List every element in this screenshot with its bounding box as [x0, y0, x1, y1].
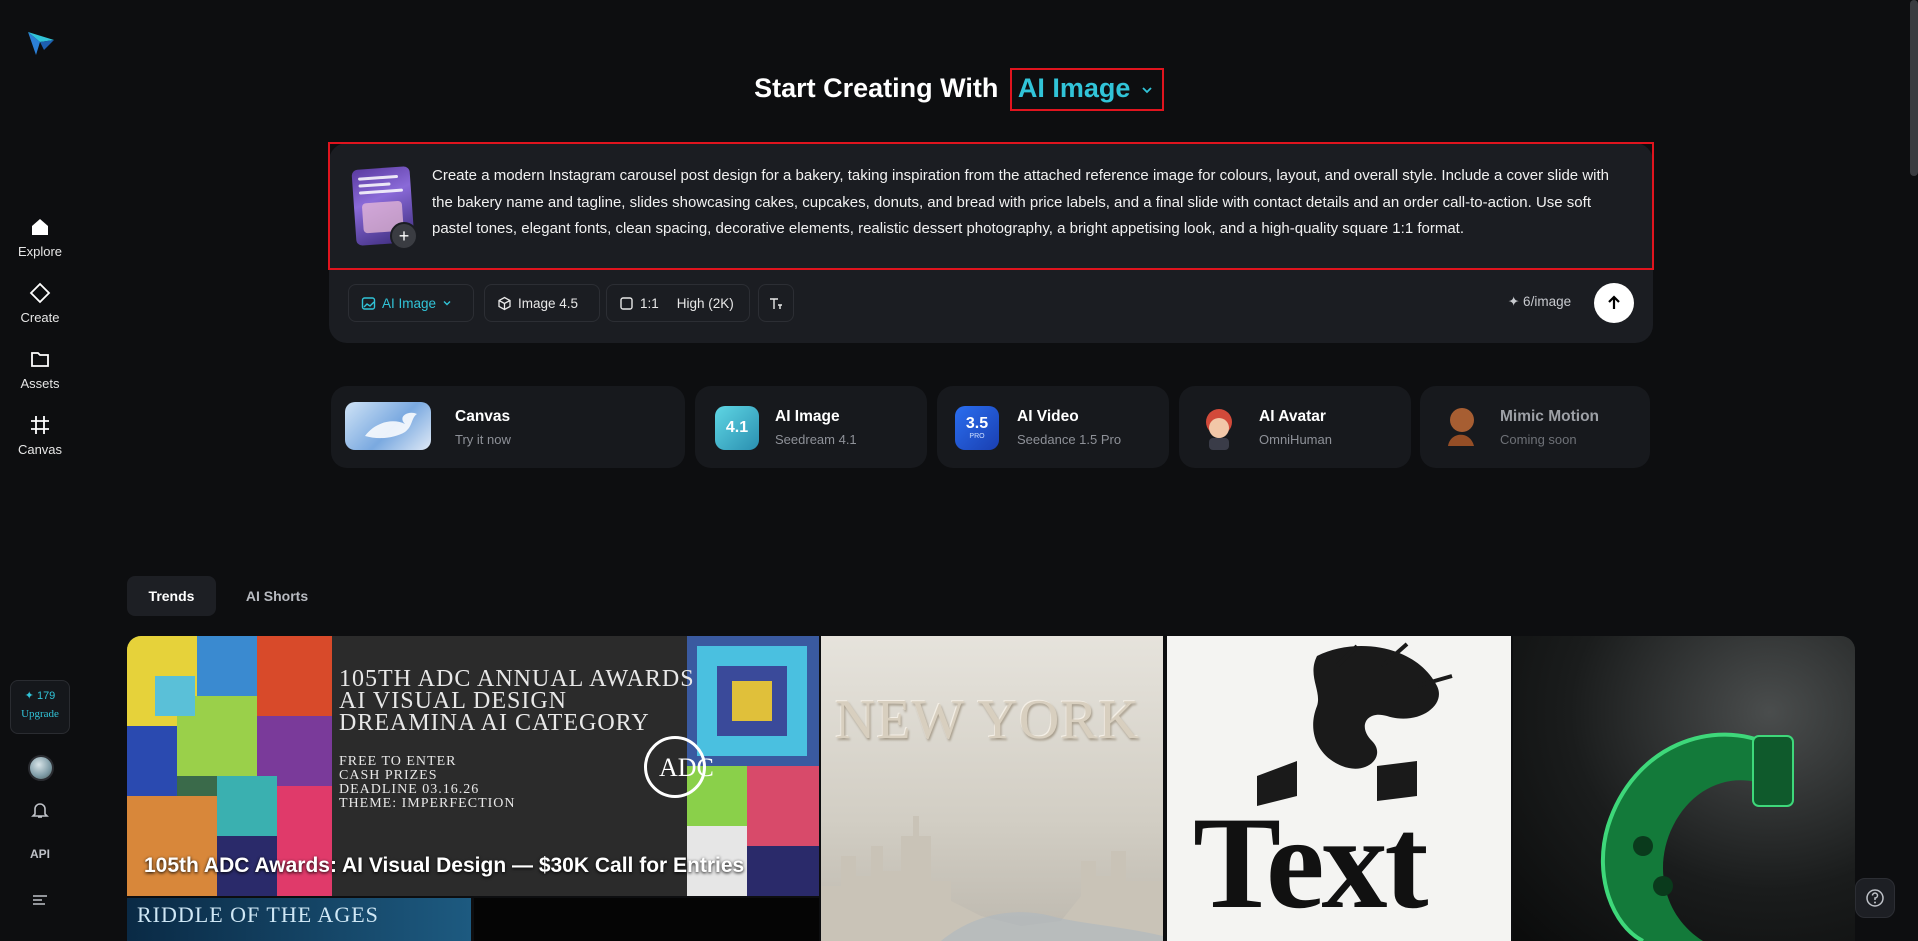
card-title: AI Image — [775, 408, 840, 425]
model-select-label: Image 4.5 — [518, 295, 579, 311]
paper-plane-logo[interactable] — [26, 28, 56, 58]
city-skyline-art — [821, 816, 1163, 941]
card-subtitle: Seedream 4.1 — [775, 432, 857, 447]
text-style-button[interactable] — [758, 284, 794, 322]
feature-card-ai-image[interactable]: 4.1 AI Image Seedream 4.1 — [695, 386, 927, 468]
card-title: AI Avatar — [1259, 408, 1326, 425]
mimic-motion-thumbnail — [1436, 402, 1484, 450]
card-title: Canvas — [455, 408, 511, 425]
feature-card-ai-avatar[interactable]: AI Avatar OmniHuman — [1179, 386, 1411, 468]
canvas-icon — [31, 416, 49, 434]
home-icon — [32, 219, 48, 235]
prompt-input[interactable]: Create a modern Instagram carousel post … — [432, 163, 1632, 243]
feature-card-ai-video[interactable]: 3.5 PRO AI Video Seedance 1.5 Pro — [937, 386, 1169, 468]
text-format-icon — [770, 297, 782, 309]
mode-dropdown[interactable]: AI Image — [1009, 68, 1164, 111]
ai-image-badge: 4.1 — [715, 406, 759, 450]
pegasus-icon — [365, 412, 417, 439]
page-heading: Start Creating With AI Image — [0, 68, 1918, 111]
sidebar-item-create[interactable]: Create — [0, 282, 80, 325]
chevron-down-icon — [443, 301, 451, 306]
mode-select-label: AI Image — [382, 295, 437, 311]
ai-video-badge: 3.5 PRO — [955, 406, 999, 450]
card-subtitle: Try it now — [455, 432, 511, 447]
avatar-character-icon — [1206, 409, 1232, 450]
ai-video-badge-version: 3.5 — [965, 415, 989, 432]
ratio-label: 1:1 — [640, 295, 659, 311]
ratio-quality-select[interactable]: 1:1 High (2K) — [606, 284, 750, 322]
submit-button[interactable] — [1594, 283, 1634, 323]
gallery-item-riddle[interactable]: RIDDLE OF THE AGES — [127, 898, 471, 941]
upgrade-label: Upgrade — [21, 708, 59, 720]
cost-per-image: ✦ 6/image — [1508, 294, 1572, 309]
cube-icon — [498, 296, 511, 310]
diamond-icon — [29, 282, 51, 304]
mimic-figure-icon — [1448, 408, 1474, 446]
sidebar-item-canvas[interactable]: Canvas — [0, 414, 80, 457]
sidebar-item-label: Assets — [20, 376, 60, 391]
api-link[interactable]: API — [0, 847, 80, 861]
help-button[interactable] — [1855, 878, 1895, 918]
arrow-up-icon — [1608, 295, 1620, 309]
gallery-item-featured[interactable]: 105TH ADC ANNUAL AWARDS AI VISUAL DESIGN… — [127, 636, 819, 896]
riddle-title: RIDDLE OF THE AGES — [137, 902, 379, 927]
feature-card-mimic-motion[interactable]: Mimic Motion Coming soon — [1420, 386, 1650, 468]
ai-avatar-thumbnail — [1195, 402, 1243, 450]
help-icon — [1866, 889, 1884, 907]
heading-prefix: Start Creating With — [754, 73, 999, 103]
canvas-thumbnail — [345, 402, 431, 450]
model-select[interactable]: Image 4.5 — [484, 284, 600, 322]
folder-icon — [31, 352, 49, 367]
sidebar-item-explore[interactable]: Explore — [0, 216, 80, 259]
gallery-item-film-reel[interactable] — [1513, 636, 1855, 941]
avatar[interactable] — [28, 755, 54, 781]
menu-icon[interactable] — [30, 890, 50, 910]
gallery-item-dark[interactable] — [474, 898, 819, 941]
card-subtitle: Seedance 1.5 Pro — [1017, 432, 1122, 447]
quality-label: High (2K) — [676, 295, 734, 311]
adc-logo: ADC — [644, 736, 714, 798]
sidebar-item-label: Canvas — [17, 442, 63, 457]
image-icon — [361, 296, 376, 310]
sidebar-item-label: Create — [20, 310, 60, 325]
gallery-item-dragon-text[interactable]: Text — [1167, 636, 1511, 941]
card-subtitle: OmniHuman — [1259, 432, 1332, 447]
add-reference-button[interactable]: + — [390, 222, 418, 250]
card-title: Mimic Motion — [1500, 408, 1600, 425]
bell-icon[interactable] — [30, 800, 50, 820]
page-scrollbar[interactable] — [1910, 0, 1918, 176]
mode-dropdown-label: AI Image — [1017, 73, 1131, 103]
poster-line: DREAMINA AI CATEGORY — [339, 710, 650, 736]
sidebar-item-label: Explore — [17, 244, 63, 259]
square-ratio-icon — [620, 296, 633, 310]
tab-ai-shorts[interactable]: AI Shorts — [231, 576, 323, 616]
sidebar: Explore Create Assets Canvas ✦ 179 Upgra… — [0, 0, 80, 941]
credits-count: ✦ 179 — [24, 690, 56, 702]
card-title: AI Video — [1017, 408, 1079, 425]
gallery-item-new-york[interactable]: NEW YORK — [821, 636, 1163, 941]
chevron-down-icon — [1142, 87, 1152, 94]
feature-card-canvas[interactable]: Canvas Try it now — [331, 386, 685, 468]
featured-caption: 105th ADC Awards: AI Visual Design — $30… — [144, 854, 745, 877]
film-reel-letter-art — [1600, 732, 1794, 941]
text-art-word: Text — [1193, 789, 1428, 936]
sidebar-item-assets[interactable]: Assets — [0, 348, 80, 391]
ai-video-badge-tier: PRO — [969, 433, 985, 440]
tab-trends[interactable]: Trends — [127, 576, 216, 616]
mode-select[interactable]: AI Image — [348, 284, 474, 322]
poster-detail: THEME: IMPERFECTION — [339, 796, 516, 811]
card-subtitle: Coming soon — [1500, 432, 1577, 447]
upgrade-credits-button[interactable]: ✦ 179 Upgrade — [10, 680, 70, 734]
